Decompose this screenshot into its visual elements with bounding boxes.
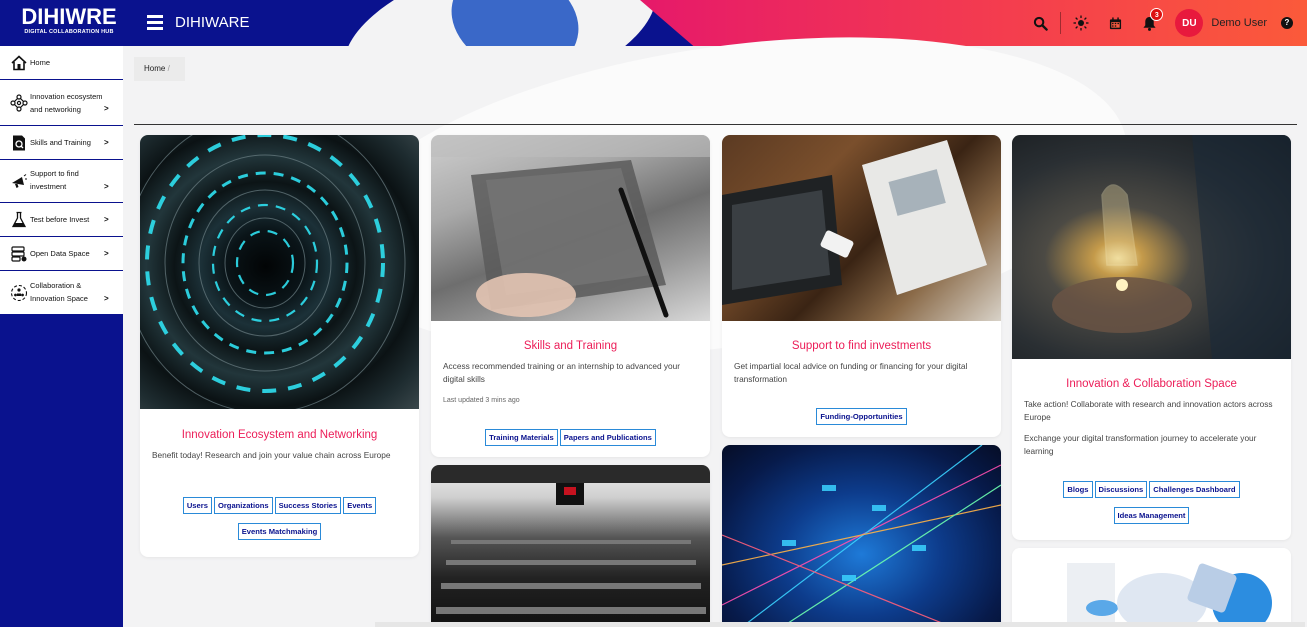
card-description: Benefit today! Research and join your va… — [152, 450, 391, 460]
sidebar-item-innovation-ecosystem[interactable]: Innovation ecosystem and networking > — [0, 80, 123, 126]
user-name[interactable]: Demo User — [1211, 17, 1267, 29]
tag-success-stories[interactable]: Success Stories — [274, 497, 342, 514]
data-network-image — [722, 445, 1001, 627]
tag-papers-publications[interactable]: Papers and Publications — [559, 429, 656, 446]
sidebar-item-label: Skills and Training — [30, 138, 91, 147]
divider — [134, 124, 1297, 125]
breadcrumb-separator: / — [167, 64, 170, 73]
card-tags: Users Organizations Success Stories Events E… — [140, 495, 419, 547]
divider — [1060, 12, 1062, 34]
sidebar-item-label: Collaboration & — [30, 281, 82, 290]
user-avatar[interactable]: DU — [1175, 9, 1204, 37]
notebook-image — [431, 135, 710, 321]
card-title[interactable]: Innovation & Collaboration Space — [1012, 378, 1291, 390]
horizontal-scrollbar[interactable] — [375, 622, 1305, 627]
help-icon[interactable]: ? — [1281, 17, 1293, 29]
sidebar-item-test-before-invest[interactable]: Test before Invest > — [0, 203, 123, 237]
tag-training-materials[interactable]: Training Materials — [485, 429, 558, 446]
tag-users[interactable]: Users — [182, 497, 212, 514]
last-updated: Last updated 3 mins ago — [443, 397, 520, 404]
sidebar-item-label: Open Data Space — [30, 249, 90, 258]
notification-badge: 3 — [1150, 7, 1164, 21]
chevron-right-icon: > — [104, 104, 109, 113]
calendar-icon[interactable] — [1109, 16, 1122, 30]
database-icon — [10, 245, 28, 263]
sidebar-item-support-investment[interactable]: Support to find investment > — [0, 160, 123, 203]
card-description: Access recommended training or an intern… — [443, 361, 681, 384]
card-skills-training: Skills and Training Access recommended t… — [431, 135, 710, 457]
menu-toggle-icon[interactable] — [147, 15, 163, 30]
sidebar-item-skills-training[interactable]: Skills and Training > — [0, 126, 123, 160]
sidebar-item-collaboration-innovation[interactable]: Collaboration & Innovation Space > — [0, 271, 123, 315]
tag-discussions[interactable]: Discussions — [1094, 481, 1148, 498]
tag-challenges-dashboard[interactable]: Challenges Dashboard — [1149, 481, 1240, 498]
sidebar-item-open-data-space[interactable]: Open Data Space > — [0, 237, 123, 271]
network-icon — [10, 93, 28, 112]
card-description: Take action! Collaborate with research a… — [1024, 399, 1273, 422]
card-title[interactable]: Support to find investments — [722, 340, 1001, 352]
book-search-icon — [10, 134, 28, 152]
card-description: Get impartial local advice on funding or… — [734, 361, 968, 384]
chevron-right-icon: > — [104, 215, 109, 224]
collaboration-icon — [10, 284, 28, 302]
card-description-2: Exchange your digital transformation jou… — [1024, 433, 1257, 456]
search-icon[interactable] — [1033, 16, 1049, 31]
sidebar-item-label: Support to find — [30, 169, 79, 178]
chevron-right-icon: > — [104, 294, 109, 303]
breadcrumb-home[interactable]: Home — [144, 64, 165, 73]
sidebar-item-label: Home — [30, 58, 51, 67]
card-open-data-space — [722, 445, 1001, 627]
sidebar-item-label-line2: and networking — [30, 105, 81, 114]
card-tags: Blogs Discussions Challenges Dashboard Idea… — [1012, 479, 1291, 531]
newspaper-image — [722, 135, 1001, 321]
breadcrumb: Home / — [134, 57, 185, 81]
tunnel-image — [140, 135, 419, 409]
header-decoration-blue — [436, 0, 594, 46]
sidebar: Home Innovation ecosystem and networking… — [0, 46, 123, 627]
sidebar-item-label: Innovation ecosystem — [30, 92, 103, 101]
app-logo[interactable]: DIHIWRE DIGITAL COLLABORATION HUB — [14, 6, 124, 42]
tag-events[interactable]: Events — [343, 497, 377, 514]
chevron-right-icon: > — [104, 182, 109, 191]
card-tags: Training Materials Papers and Publication… — [431, 427, 710, 453]
cloud-image — [1012, 548, 1291, 627]
flask-icon — [10, 211, 28, 229]
sidebar-item-label-line2: Innovation Space — [30, 294, 88, 303]
sidebar-item-home[interactable]: Home — [0, 46, 123, 80]
card-innovation-ecosystem: Innovation Ecosystem and Networking Bene… — [140, 135, 419, 557]
card-innovation-collaboration: Innovation & Collaboration Space Take ac… — [1012, 135, 1291, 540]
tag-ideas-management[interactable]: Ideas Management — [1113, 507, 1190, 524]
chevron-right-icon: > — [104, 138, 109, 147]
tag-organizations[interactable]: Organizations — [213, 497, 273, 514]
sidebar-item-label-line2: investment — [30, 182, 67, 191]
tag-blogs[interactable]: Blogs — [1063, 481, 1093, 498]
sun-icon[interactable] — [1073, 15, 1089, 31]
card-title[interactable]: Skills and Training — [431, 340, 710, 352]
megaphone-icon — [10, 172, 28, 190]
app-title: DIHIWARE — [175, 14, 250, 31]
card-tags: Funding-Opportunities — [722, 406, 1001, 432]
machine-image — [431, 465, 710, 627]
card-title[interactable]: Innovation Ecosystem and Networking — [140, 429, 419, 441]
card-support-investments: Support to find investments Get impartia… — [722, 135, 1001, 437]
tag-funding-opportunities[interactable]: Funding-Opportunities — [816, 408, 907, 425]
chevron-right-icon: > — [104, 249, 109, 258]
top-actions: 3 DU Demo User ? — [1033, 0, 1307, 46]
card-test-before-invest — [431, 465, 710, 627]
notifications-bell-icon[interactable]: 3 — [1142, 7, 1164, 31]
top-bar: DIHIWRE DIGITAL COLLABORATION HUB DIHIWA… — [0, 0, 1307, 46]
home-icon — [10, 54, 28, 72]
sidebar-item-label: Test before Invest — [30, 215, 90, 224]
tag-events-matchmaking[interactable]: Events Matchmaking — [237, 523, 322, 540]
lightbulb-image — [1012, 135, 1291, 359]
card-next — [1012, 548, 1291, 627]
